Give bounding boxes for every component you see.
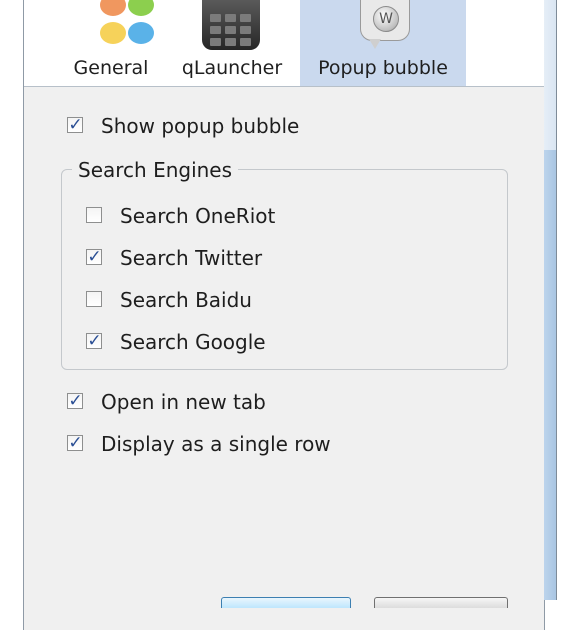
check-mark-icon: ✓ [68,115,83,135]
tab-toolbar: General qLauncher W Popup bubble [24,0,544,87]
cancel-button[interactable] [374,597,508,608]
window-frame-right [544,0,556,600]
checkbox-label: Search Twitter [120,246,263,270]
calculator-icon [202,0,260,50]
check-mark-icon: ✓ [68,391,83,411]
checkbox-label: Search Baidu [120,288,252,312]
tab-general[interactable]: General [70,0,154,86]
window-frame-edge [556,0,557,600]
group-title: Search Engines [72,157,239,183]
tab-qlauncher[interactable]: qLauncher [174,0,290,86]
checkbox-label: Open in new tab [101,390,266,414]
checkbox-label: Search Google [120,330,266,354]
check-mark-icon: ✓ [87,247,102,267]
tab-label: General [73,57,149,79]
checkbox-label: Show popup bubble [101,114,300,138]
tab-label: qLauncher [181,57,283,79]
checkbox-label: Display as a single row [101,432,331,456]
wikipedia-bubble-icon: W [360,0,410,49]
tab-label: Popup bubble [318,57,448,79]
tab-popup-bubble[interactable]: W Popup bubble [300,0,466,86]
check-mark-icon: ✓ [87,331,102,351]
ok-button[interactable] [221,597,351,608]
checkbox-label: Search OneRiot [120,204,276,228]
check-mark-icon: ✓ [68,433,83,453]
